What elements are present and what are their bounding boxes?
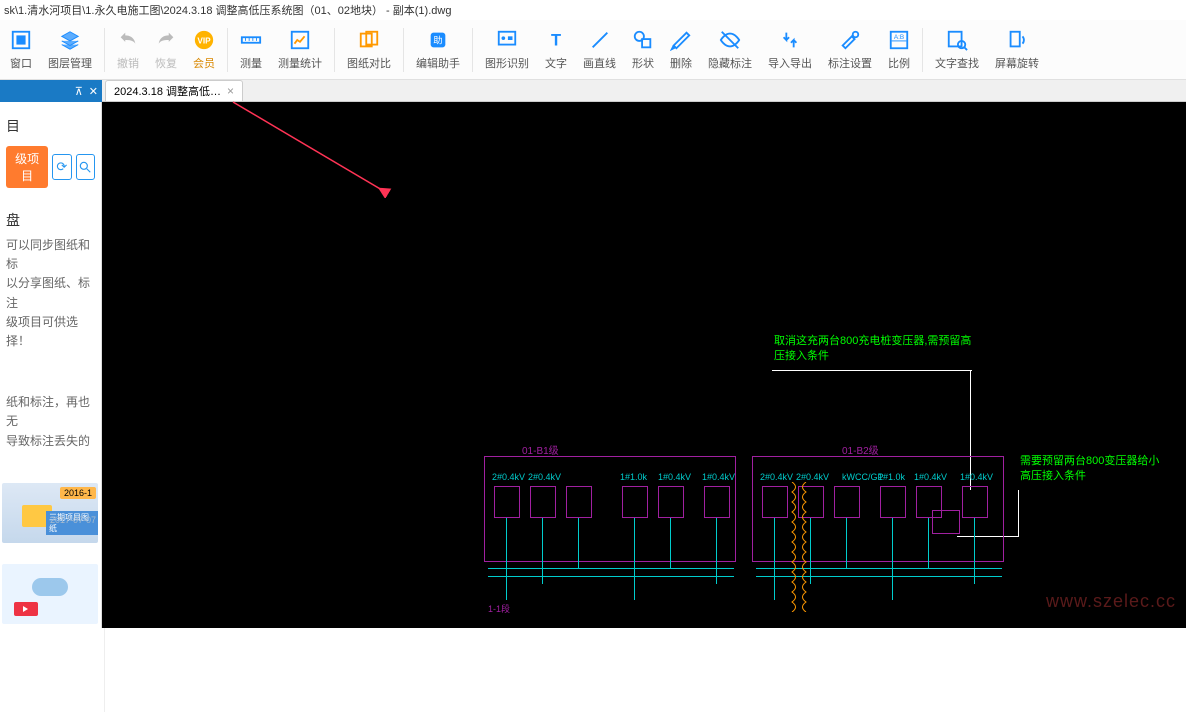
shape-button[interactable]: 形状 [624, 22, 662, 78]
compare-button[interactable]: 图纸对比 [339, 22, 399, 78]
undo-button[interactable]: 撤销 [109, 22, 147, 78]
measure-button[interactable]: 测量 [232, 22, 270, 78]
block-label-right: 01-B2级 [842, 442, 879, 457]
drawing-note-2: 需要预留两台800变压器给小 高压接入条件 [1020, 454, 1159, 485]
text-button[interactable]: T 文字 [537, 22, 575, 78]
main-toolbar: 窗口 图层管理 撤销 恢复 VIP 会员 测量 测量统计 图纸对比 助 编辑助手… [0, 20, 1186, 80]
drawing-canvas[interactable]: 取消这充两台800充电桩变压器,需预留高 压接入条件 需要预留两台800变压器给… [102, 102, 1186, 628]
screen-rotate-button[interactable]: 屏幕旋转 [987, 22, 1047, 78]
refresh-icon[interactable]: ⟳ [52, 154, 71, 180]
panel-header: ⊼ ✕ [0, 80, 102, 102]
svg-text:A:B: A:B [894, 34, 904, 41]
transformer-symbol [790, 482, 808, 612]
measure-stat-button[interactable]: 测量统计 [270, 22, 330, 78]
text-search-button[interactable]: 文字查找 [927, 22, 987, 78]
tab-close-icon[interactable]: × [227, 84, 234, 98]
annot-settings-button[interactable]: 标注设置 [820, 22, 880, 78]
upgrade-button[interactable]: 级项目 [6, 146, 48, 188]
side-panel: 目 级项目 ⟳ 盘 可以同步图纸和标 以分享图纸、标注 级项目可供选择！ 纸和标… [0, 102, 102, 628]
svg-text:T: T [551, 31, 561, 49]
promo-card[interactable]: 2016-1 三期项目图纸 2017-07-07 [0, 477, 101, 543]
delete-button[interactable]: 删除 [662, 22, 700, 78]
cloud-promo[interactable] [2, 564, 98, 624]
search-icon[interactable] [76, 154, 95, 180]
panel-description: 可以同步图纸和标 以分享图纸、标注 级项目可供选择！ [0, 230, 101, 357]
drawing-note-1: 取消这充两台800充电桩变压器,需预留高 压接入条件 [774, 334, 971, 365]
document-tab-bar: 2024.3.18 调整高低… × [0, 80, 1186, 102]
layer-button[interactable]: 图层管理 [40, 22, 100, 78]
svg-text:VIP: VIP [197, 36, 211, 45]
scale-button[interactable]: A:B 比例 [880, 22, 918, 78]
vip-button[interactable]: VIP 会员 [185, 22, 223, 78]
panel-subtitle: 盘 [0, 210, 101, 230]
shape-recog-button[interactable]: 图形识别 [477, 22, 537, 78]
pin-icon[interactable]: ⊼ [75, 85, 83, 98]
hide-annot-button[interactable]: 隐藏标注 [700, 22, 760, 78]
draw-line-button[interactable]: 画直线 [575, 22, 624, 78]
close-panel-icon[interactable]: ✕ [89, 85, 98, 98]
watermark: www.szelec.cc [1046, 591, 1176, 612]
panel-title: 目 [0, 102, 101, 142]
svg-text:助: 助 [433, 34, 442, 45]
block-label-left: 01-B1级 [522, 442, 559, 457]
redo-button[interactable]: 恢复 [147, 22, 185, 78]
panel-text-2: 纸和标注，再也无 导致标注丢失的 [0, 387, 101, 457]
document-tab[interactable]: 2024.3.18 调整高低… × [105, 80, 243, 101]
window-button[interactable]: 窗口 [2, 22, 40, 78]
window-title: sk\1.清水河项目\1.永久电施工图\2024.3.18 调整高低压系统图（0… [0, 0, 1186, 20]
import-export-button[interactable]: 导入导出 [760, 22, 820, 78]
edit-helper-button[interactable]: 助 编辑助手 [408, 22, 468, 78]
